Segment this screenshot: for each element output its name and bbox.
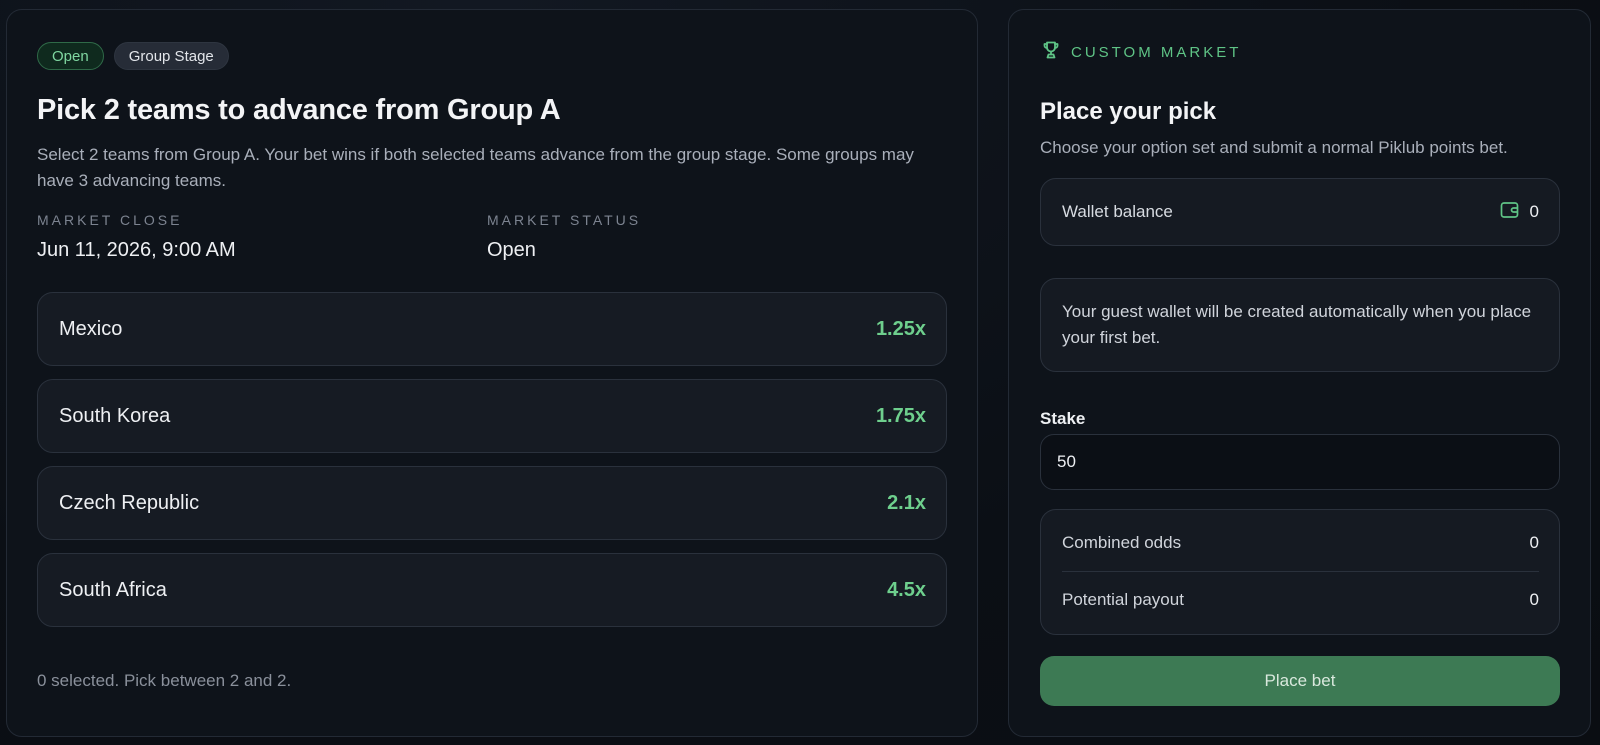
option-south-africa[interactable]: South Africa 4.5x [37, 553, 947, 627]
option-south-korea[interactable]: South Korea 1.75x [37, 379, 947, 453]
place-bet-button[interactable]: Place bet [1040, 656, 1560, 706]
market-panel: Open Group Stage Pick 2 teams to advance… [6, 9, 978, 737]
option-name: South Korea [59, 405, 171, 427]
betslip-subtitle: Choose your option set and submit a norm… [1040, 138, 1508, 157]
option-name: Mexico [59, 318, 123, 340]
option-odds: 1.25x [875, 318, 926, 340]
guest-wallet-note: Your guest wallet will be created automa… [1040, 278, 1560, 372]
market-close-label: MARKET CLOSE [37, 212, 183, 228]
trophy-icon [1041, 40, 1061, 65]
custom-market-header: CUSTOM MARKET [1041, 40, 1241, 65]
stage-badge: Group Stage [113, 42, 229, 70]
guest-wallet-text: Your guest wallet will be created automa… [1062, 302, 1532, 347]
badge-row: Open Group Stage [37, 42, 229, 70]
market-description: Select 2 teams from Group A. Your bet wi… [37, 145, 914, 190]
stake-label: Stake [1040, 409, 1086, 428]
selection-info: 0 selected. Pick between 2 and 2. [37, 671, 292, 690]
market-title: Pick 2 teams to advance from Group A [37, 94, 561, 126]
page: Open Group Stage Pick 2 teams to advance… [0, 0, 1600, 745]
status-badge: Open [37, 42, 104, 70]
option-name: South Africa [59, 579, 167, 601]
potential-payout-label: Potential payout [1062, 590, 1184, 609]
option-mexico[interactable]: Mexico 1.25x [37, 292, 947, 366]
option-odds: 2.1x [887, 492, 926, 514]
bet-summary: Combined odds 0 Potential payout 0 [1040, 509, 1560, 635]
option-czech-republic[interactable]: Czech Republic 2.1x [37, 466, 947, 540]
market-close-value: Jun 11, 2026, 9:00 AM [37, 239, 236, 261]
betslip-panel: CUSTOM MARKET Place your pick Choose you… [1008, 9, 1591, 737]
wallet-icon [1500, 201, 1520, 224]
wallet-balance-value: 0 [1529, 202, 1539, 221]
betslip-title: Place your pick [1040, 98, 1217, 125]
potential-payout-value: 0 [1529, 590, 1539, 609]
wallet-balance-right: 0 [1500, 179, 1539, 245]
combined-odds-label: Combined odds [1062, 533, 1182, 552]
option-odds: 1.75x [875, 405, 926, 427]
wallet-balance-label: Wallet balance [1062, 202, 1173, 221]
option-odds: 4.5x [887, 579, 926, 601]
custom-market-label: CUSTOM MARKET [1071, 44, 1242, 61]
potential-payout-row: Potential payout 0 [1062, 572, 1539, 628]
wallet-balance-card: Wallet balance 0 [1040, 178, 1560, 246]
market-status-value: Open [487, 239, 536, 261]
market-status-label: MARKET STATUS [487, 212, 642, 228]
option-name: Czech Republic [59, 492, 200, 514]
combined-odds-row: Combined odds 0 [1062, 515, 1539, 571]
stake-input[interactable] [1040, 434, 1560, 490]
combined-odds-value: 0 [1529, 533, 1539, 552]
